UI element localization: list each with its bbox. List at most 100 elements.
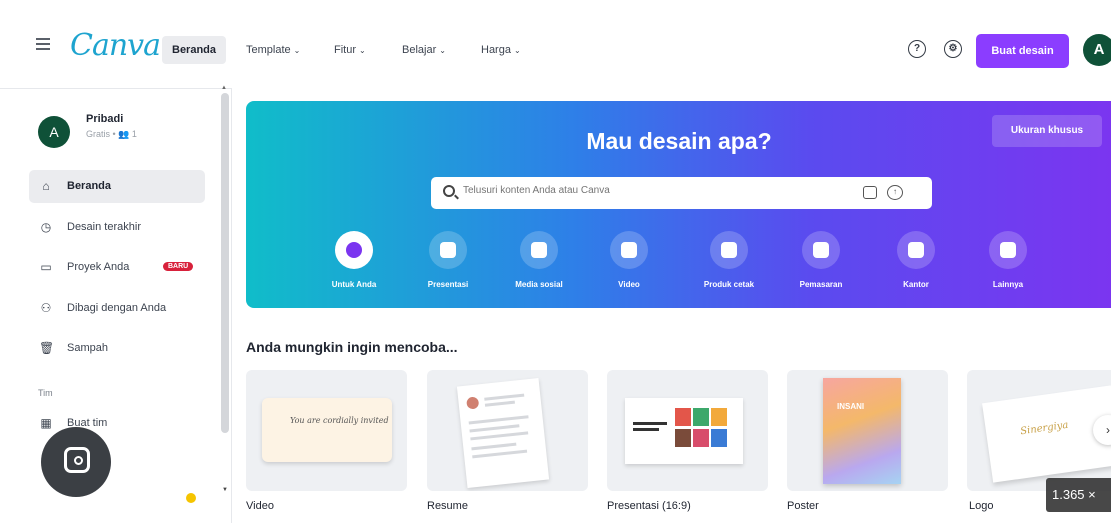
category-office[interactable]: Kantor — [876, 231, 956, 289]
chevron-down-icon: ⌄ — [293, 46, 301, 55]
category-label: Media sosial — [515, 280, 563, 289]
category-marketing[interactable]: Pemasaran — [781, 231, 861, 289]
image-search-icon[interactable] — [863, 186, 877, 199]
sidebar-item-projects[interactable]: ▭ Proyek Anda BARU — [29, 251, 205, 284]
sidebar-item-trash[interactable]: 🗑 Sampah — [29, 332, 205, 365]
upload-icon[interactable]: ↑ — [887, 185, 903, 200]
nav-pricing-label: Harga — [481, 44, 511, 56]
profile-avatar[interactable]: A — [38, 116, 70, 148]
suggestion-card-resume[interactable] — [427, 370, 588, 491]
sparkle-icon — [335, 231, 373, 269]
new-badge: BARU — [163, 262, 194, 271]
nav-pricing[interactable]: Harga ⌄ — [481, 36, 521, 64]
briefcase-icon — [897, 231, 935, 269]
category-video[interactable]: Video — [589, 231, 669, 289]
suggestion-card-poster[interactable]: INSANI — [787, 370, 948, 491]
category-social-media[interactable]: Media sosial — [499, 231, 579, 289]
hero-banner: Mau desain apa? Ukuran khusus ↑ Untuk An… — [246, 101, 1111, 308]
category-label: Video — [618, 280, 640, 289]
nav-templates-label: Template — [246, 44, 291, 56]
profile-name[interactable]: Pribadi — [86, 113, 123, 125]
more-icon — [989, 231, 1027, 269]
hero-title: Mau desain apa? — [586, 128, 772, 154]
settings-icon[interactable]: ⚙ — [944, 40, 962, 58]
category-presentation[interactable]: Presentasi — [408, 231, 488, 289]
crown-badge-icon — [186, 493, 196, 503]
menu-icon[interactable] — [36, 38, 50, 50]
nav-learn-label: Belajar — [402, 44, 437, 56]
category-label: Pemasaran — [799, 280, 843, 289]
create-design-button[interactable]: Buat desain — [976, 34, 1069, 68]
presentation-icon — [429, 231, 467, 269]
lens-search-button[interactable] — [41, 427, 111, 497]
category-label: Lainnya — [992, 280, 1024, 289]
video-thumb-text: You are cordially invited — [290, 416, 389, 425]
sidebar-item-label: Dibagi dengan Anda — [67, 302, 167, 314]
top-navigation: Canva Beranda Template ⌄ Fitur ⌄ Belajar ⌄ … — [0, 0, 1111, 88]
poster-thumbnail: INSANI — [823, 378, 901, 484]
scroll-up-arrow[interactable]: ▲ — [221, 85, 227, 91]
home-icon: ⌂ — [42, 179, 50, 193]
help-icon[interactable]: ? — [908, 40, 926, 58]
chevron-down-icon: ⌄ — [513, 46, 521, 55]
profile-plan: Gratis • 👥 1 — [86, 129, 137, 139]
sidebar: A Pribadi Gratis • 👥 1 ⌂ Beranda ◷ Desai… — [0, 85, 232, 523]
card-label[interactable]: Video — [246, 500, 274, 512]
sidebar-scrollbar[interactable] — [221, 93, 229, 433]
heart-icon — [520, 231, 558, 269]
category-label: Presentasi — [427, 280, 469, 289]
video-thumbnail: You are cordially invited — [262, 398, 392, 462]
sidebar-item-home[interactable]: ⌂ Beranda — [29, 170, 205, 203]
zoom-indicator: 1.365 × — [1046, 478, 1111, 512]
search-bar[interactable]: ↑ — [431, 177, 932, 209]
sidebar-item-label: Sampah — [67, 342, 108, 354]
presentation-thumbnail — [625, 398, 743, 464]
sidebar-item-label: Proyek Anda — [67, 261, 130, 273]
trash-icon: 🗑 — [39, 341, 55, 355]
nav-home[interactable]: Beranda — [162, 36, 227, 64]
poster-thumb-text: INSANI — [837, 402, 865, 411]
nav-learn[interactable]: Belajar ⌄ — [402, 36, 446, 64]
sidebar-item-recent[interactable]: ◷ Desain terakhir — [29, 211, 205, 244]
chevron-down-icon: ⌄ — [439, 46, 446, 55]
suggestion-card-video[interactable]: You are cordially invited — [246, 370, 407, 491]
category-more[interactable]: Lainnya — [968, 231, 1048, 289]
sidebar-item-label: Beranda — [67, 180, 112, 192]
card-label[interactable]: Logo — [969, 500, 993, 512]
resume-thumbnail — [456, 377, 550, 489]
nav-home-label: Beranda — [172, 44, 217, 56]
chevron-down-icon: ⌄ — [359, 46, 366, 55]
category-for-you[interactable]: Untuk Anda — [314, 231, 394, 289]
avatar[interactable]: A — [1083, 34, 1111, 66]
nav-features[interactable]: Fitur ⌄ — [334, 36, 366, 64]
card-label[interactable]: Poster — [787, 500, 819, 512]
logo-thumb-text: Sinergiya — [1019, 419, 1070, 438]
megaphone-icon — [802, 231, 840, 269]
category-label: Kantor — [903, 280, 929, 289]
scroll-down-arrow[interactable]: ▼ — [222, 487, 228, 493]
logo-thumbnail: Sinergiya — [982, 385, 1111, 483]
lens-icon — [64, 447, 90, 473]
print-icon — [710, 231, 748, 269]
nav-templates[interactable]: Template ⌄ — [246, 36, 300, 64]
folder-icon: ▭ — [40, 260, 52, 274]
shared-icon: ⚇ — [40, 301, 52, 315]
category-label: Untuk Anda — [331, 280, 377, 289]
category-print[interactable]: Produk cetak — [689, 231, 769, 289]
team-icon: ▦ — [40, 416, 52, 430]
clock-icon: ◷ — [40, 220, 52, 234]
category-label: Produk cetak — [703, 280, 755, 289]
video-icon — [610, 231, 648, 269]
suggestion-card-presentation[interactable] — [607, 370, 768, 491]
search-input[interactable] — [463, 185, 843, 196]
sidebar-item-shared[interactable]: ⚇ Dibagi dengan Anda — [29, 292, 205, 325]
search-icon — [443, 185, 455, 197]
card-label[interactable]: Presentasi (16:9) — [607, 500, 691, 512]
suggestion-card-logo[interactable]: Sinergiya — [967, 370, 1111, 491]
custom-size-button[interactable]: Ukuran khusus — [992, 115, 1102, 147]
card-label[interactable]: Resume — [427, 500, 468, 512]
sidebar-item-label: Desain terakhir — [67, 221, 141, 233]
team-section-label: Tim — [38, 388, 53, 398]
suggestions-title: Anda mungkin ingin mencoba... — [246, 339, 458, 355]
canva-logo[interactable]: Canva — [70, 28, 161, 63]
